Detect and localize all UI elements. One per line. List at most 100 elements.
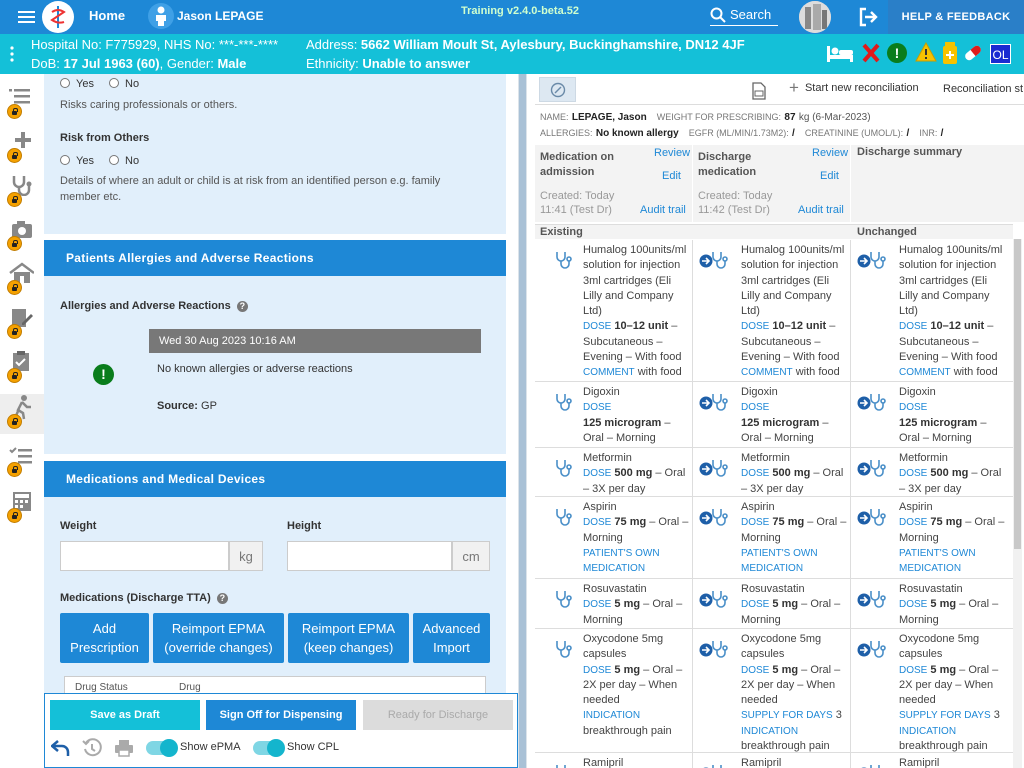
logout-icon[interactable] [858, 7, 880, 27]
patient-menu-icon[interactable] [10, 46, 14, 62]
discharge-med-cell[interactable]: Digoxin DOSE 125 microgram – Oral – Morning [693, 382, 851, 447]
admission-edit-link[interactable]: Edit [662, 170, 681, 182]
sidebar-item-discharge[interactable] [0, 394, 44, 434]
home-link[interactable]: Home [89, 8, 125, 23]
medication-row[interactable]: Humalog 100units/ml solution for injectio… [535, 240, 1013, 382]
sign-off-button[interactable]: Sign Off for Dispensing [206, 700, 356, 730]
save-draft-button[interactable]: Save as Draft [50, 700, 200, 730]
risk-card: Yes No Risks caring professionals or oth… [44, 74, 506, 234]
patient-avatar-icon[interactable] [148, 3, 174, 29]
sidebar-item-list[interactable] [4, 86, 38, 120]
sidebar-item-home[interactable] [4, 262, 38, 296]
medication-row[interactable]: Aspirin DOSE 75 mg – Oral – Morning PATIENT… [535, 497, 1013, 579]
admission-med-cell[interactable]: Oxycodone 5mg capsules DOSE 5 mg – Oral – 2… [535, 629, 693, 752]
discharge-med-cell[interactable]: Oxycodone 5mg capsules DOSE 5 mg – Oral – 2… [693, 629, 851, 752]
continued-medication-icon [699, 589, 729, 611]
sidebar-item-checklist[interactable] [4, 350, 38, 384]
summary-med-cell[interactable]: Ramipril [851, 753, 1013, 768]
reconciliation-scrollbar[interactable] [1013, 239, 1022, 768]
discharge-review-link[interactable]: Review [812, 147, 848, 159]
admission-review-link[interactable]: Review [654, 147, 690, 159]
summary-med-cell[interactable]: Metformin DOSE 500 mg – Oral – 3X per day [851, 448, 1013, 496]
weight-input[interactable] [60, 541, 229, 571]
medication-row[interactable]: Oxycodone 5mg capsules DOSE 5 mg – Oral – 2… [535, 629, 1013, 753]
document-icon[interactable] [752, 82, 766, 100]
user-avatar[interactable] [799, 1, 831, 33]
radio-yes-1[interactable] [60, 78, 70, 88]
show-cpl-toggle[interactable] [253, 739, 285, 757]
admission-med-cell[interactable]: Metformin DOSE 500 mg – Oral – 3X per day [535, 448, 693, 496]
reimport-keep-button[interactable]: Reimport EPMA (keep changes) [288, 613, 409, 663]
left-panel-scroll-thumb[interactable] [519, 74, 526, 768]
sidebar-item-calculator[interactable] [4, 490, 38, 524]
admission-med-cell[interactable]: Ramipril [535, 753, 693, 768]
summary-med-cell[interactable]: Digoxin DOSE 125 microgram – Oral – Morning [851, 382, 1013, 447]
sidebar-item-add[interactable] [4, 130, 38, 164]
reconciliation-status-button[interactable]: Reconciliation st [943, 83, 1023, 95]
discharge-med-cell[interactable]: Ramipril [693, 753, 851, 768]
help-icon[interactable]: ? [216, 593, 228, 604]
discharge-med-cell[interactable]: Humalog 100units/ml solution for injectio… [693, 240, 851, 381]
discharge-med-cell[interactable]: Aspirin DOSE 75 mg – Oral – Morning PATIENT… [693, 497, 851, 578]
sidebar-item-camera[interactable] [4, 218, 38, 252]
medication-row[interactable]: Ramipril Ramipril Ramipril [535, 753, 1013, 768]
help-icon[interactable]: ? [236, 301, 248, 312]
admission-med-cell[interactable]: Rosuvastatin DOSE 5 mg – Oral – Morning [535, 579, 693, 628]
discharge-med-cell[interactable]: Metformin DOSE 500 mg – Oral – 3X per day [693, 448, 851, 496]
medication-row[interactable]: Metformin DOSE 500 mg – Oral – 3X per day M… [535, 448, 1013, 497]
user-initials-badge[interactable]: OL [990, 44, 1011, 64]
summary-med-cell[interactable]: Rosuvastatin DOSE 5 mg – Oral – Morning [851, 579, 1013, 628]
history-icon[interactable] [82, 738, 102, 758]
admission-med-cell[interactable]: Humalog 100units/ml solution for injectio… [535, 240, 693, 381]
summary-med-cell[interactable]: Oxycodone 5mg capsules DOSE 5 mg – Oral – 2… [851, 629, 1013, 752]
ready-discharge-button[interactable]: Ready for Discharge [363, 700, 513, 730]
sidebar-item-tasks[interactable] [4, 444, 38, 478]
discharge-edit-link[interactable]: Edit [820, 170, 839, 182]
medication-row[interactable]: Digoxin DOSE 125 microgram – Oral – Morning… [535, 382, 1013, 448]
summary-med-cell[interactable]: Humalog 100units/ml solution for injectio… [851, 240, 1013, 381]
radio-no-2[interactable] [109, 155, 120, 165]
start-reconciliation-button[interactable]: + Start new reconciliation [789, 79, 919, 96]
undo-icon[interactable] [50, 739, 71, 757]
allergies-section-header[interactable]: Patients Allergies and Adverse Reactions [44, 240, 506, 276]
admission-med-cell[interactable]: Digoxin DOSE 125 microgram – Oral – Morning [535, 382, 693, 447]
medications-section-header[interactable]: Medications and Medical Devices [44, 461, 506, 497]
reimport-override-button[interactable]: Reimport EPMA (override changes) [153, 613, 284, 663]
med-line: Digoxin [583, 386, 620, 398]
allergy-status-icon[interactable]: ! [887, 43, 907, 63]
sidebar-item-notes[interactable] [4, 306, 38, 340]
medication-row[interactable]: Rosuvastatin DOSE 5 mg – Oral – Morning Ros… [535, 579, 1013, 629]
cross-alert-icon[interactable] [862, 43, 880, 63]
admission-med-cell[interactable]: Aspirin DOSE 75 mg – Oral – Morning PATIENT… [535, 497, 693, 578]
warning-icon[interactable] [915, 41, 937, 62]
patient-name[interactable]: Jason LEPAGE [177, 9, 263, 23]
sidebar-item-stethoscope[interactable] [4, 174, 38, 208]
med-line: COMMENT with food [899, 366, 998, 379]
reconciliation-panel: + Start new reconciliation Reconciliatio… [527, 74, 1024, 768]
search-button[interactable]: Search [710, 4, 778, 26]
radio-no-1[interactable] [109, 78, 120, 88]
inr-label: INR: [919, 128, 938, 138]
add-prescription-button[interactable]: Add Prescription [60, 613, 149, 663]
left-panel-scrollbar[interactable] [518, 74, 527, 768]
print-icon[interactable] [114, 739, 134, 757]
radio-yes-2[interactable] [60, 155, 70, 165]
summary-med-cell[interactable]: Aspirin DOSE 75 mg – Oral – Morning PATIENT… [851, 497, 1013, 578]
advanced-import-button[interactable]: Advanced Import [413, 613, 490, 663]
col-drug-status[interactable]: Drug Status [75, 682, 128, 693]
bed-icon[interactable] [826, 44, 854, 62]
reconciliation-scroll-thumb[interactable] [1014, 239, 1021, 549]
help-feedback-button[interactable]: HELP & FEEDBACK [888, 0, 1024, 34]
unlink-button[interactable] [539, 77, 576, 102]
pill-icon[interactable] [962, 43, 984, 63]
medication-bottle-icon[interactable] [942, 41, 958, 65]
show-epma-toggle[interactable] [146, 739, 178, 757]
discharge-med-cell[interactable]: Rosuvastatin DOSE 5 mg – Oral – Morning [693, 579, 851, 628]
app-logo-icon[interactable] [42, 1, 74, 33]
height-input[interactable] [287, 541, 452, 571]
discharge-audit-link[interactable]: Audit trail [798, 204, 844, 216]
advanced-import-line2: Import [433, 640, 470, 655]
admission-audit-link[interactable]: Audit trail [640, 204, 686, 216]
col-drug[interactable]: Drug [179, 682, 201, 693]
menu-icon[interactable] [18, 9, 35, 25]
